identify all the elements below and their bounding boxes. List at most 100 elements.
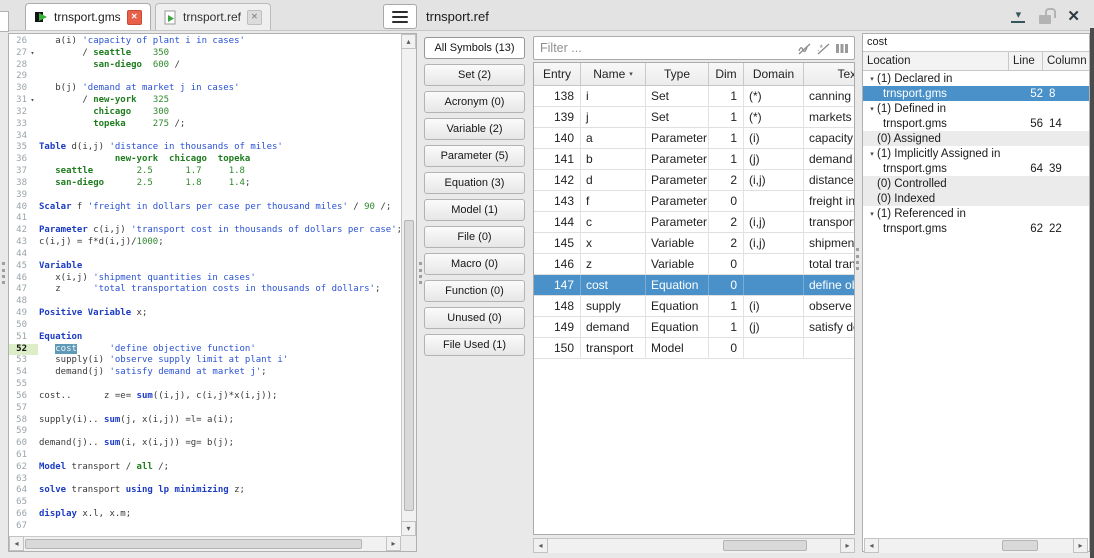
reference-group[interactable]: ▾(1) Referenced in [863,206,1089,221]
scroll-right-arrow[interactable]: ▸ [1073,538,1088,553]
reference-item[interactable]: trnsport.gms528 [863,86,1089,101]
table-horizontal-scrollbar[interactable]: ◂ ▸ [533,538,855,553]
scroll-thumb[interactable] [25,539,362,549]
scroll-up-arrow[interactable]: ▴ [401,34,416,49]
symbol-row[interactable]: 141bParameter1(j)demand at market j in c… [534,149,855,170]
symbol-filter-button[interactable]: Parameter (5) [424,145,525,167]
scroll-left-arrow[interactable]: ◂ [9,536,24,551]
reference-group[interactable]: ▾(1) Defined in [863,101,1089,116]
reference-item[interactable]: trnsport.gms6222 [863,221,1089,236]
reference-group[interactable]: ▾(1) Declared in [863,71,1089,86]
symbol-filter-button[interactable]: Model (1) [424,199,525,221]
reference-group[interactable]: (0) Indexed [863,191,1089,206]
column-header-entry[interactable]: Entry [534,63,581,85]
scroll-left-arrow[interactable]: ◂ [864,538,879,553]
reference-group[interactable]: ▾(1) Implicitly Assigned in [863,146,1089,161]
reference-horizontal-scrollbar[interactable]: ◂ ▸ [864,538,1088,553]
symbol-filter-buttons: All Symbols (13) Set (2) Acronym (0) Variab… [424,37,525,361]
symbol-row[interactable]: 139jSet1(*)markets [534,107,855,128]
symbol-row[interactable]: 150transportModel0 [534,338,855,359]
cell-type: Equation [646,275,709,295]
dock-menu-icon[interactable]: ▾ [1011,10,1025,23]
symbol-filter-button[interactable]: File Used (1) [424,334,525,356]
column-header-column[interactable]: Column [1043,52,1089,70]
symbol-row[interactable]: 146zVariable0total transportation costs … [534,254,855,275]
regex-filter-icon[interactable]: .* [816,42,832,55]
reference-item[interactable]: trnsport.gms5614 [863,116,1089,131]
column-header-dim[interactable]: Dim [709,63,744,85]
editor-horizontal-scrollbar[interactable]: ◂ ▸ [9,536,401,551]
cell-text [804,338,855,358]
column-header-domain[interactable]: Domain [744,63,804,85]
code-area[interactable]: 26 a(i) 'capacity of plant i in cases'27… [9,36,401,536]
scroll-right-arrow[interactable]: ▸ [840,538,855,553]
tab-trnsport-ref[interactable]: trnsport.ref ✕ [155,3,271,30]
symbol-row[interactable]: 147costEquation0define objective functio… [534,275,855,296]
gutter-space [27,107,38,119]
symbol-filter-button[interactable]: All Symbols (13) [424,37,525,59]
gutter-space [27,415,38,427]
scroll-thumb[interactable] [1002,540,1038,551]
expand-collapse-icon[interactable]: ▾ [863,210,877,218]
scroll-down-arrow[interactable]: ▾ [401,521,416,536]
symbol-row[interactable]: 138iSet1(*)canning plants [534,86,855,107]
symbol-filter-button[interactable]: Variable (2) [424,118,525,140]
scroll-thumb[interactable] [723,540,807,551]
tab-close-icon[interactable]: ✕ [247,10,262,25]
wildcard-filter-icon[interactable] [797,42,813,55]
symbol-filter-button[interactable]: Equation (3) [424,172,525,194]
gutter-space [27,142,38,154]
symbol-row[interactable]: 148supplyEquation1(i)observe supply limi… [534,296,855,317]
code-text [38,71,39,83]
close-dock-icon[interactable]: ✕ [1067,9,1080,24]
expand-collapse-icon[interactable]: ▾ [863,75,877,83]
gutter-space [27,296,38,308]
reference-group[interactable]: (0) Assigned [863,131,1089,146]
symbol-filter-button[interactable]: Acronym (0) [424,91,525,113]
unlock-icon[interactable] [1038,8,1054,25]
cell-name: b [581,149,646,169]
symbol-filter-button[interactable]: Function (0) [424,280,525,302]
scroll-right-arrow[interactable]: ▸ [386,536,401,551]
symbol-row[interactable]: 140aParameter1(i)capacity of plant i in … [534,128,855,149]
code-text [38,320,39,332]
symbol-filter-button[interactable]: Macro (0) [424,253,525,275]
reference-item[interactable]: trnsport.gms6439 [863,161,1089,176]
symbol-table-header: Entry Name▾ Type Dim Domain Text [534,63,855,86]
code-editor[interactable]: 26 a(i) 'capacity of plant i in cases'27… [8,33,417,552]
symbol-filter-button[interactable]: Unused (0) [424,307,525,329]
scroll-left-arrow[interactable]: ◂ [533,538,548,553]
column-header-type[interactable]: Type [646,63,709,85]
gutter-space [27,71,38,83]
expand-collapse-icon[interactable]: ▾ [863,150,877,158]
symbol-row[interactable]: 142dParameter2(i,j)distance in thousands… [534,170,855,191]
scroll-thumb[interactable] [404,220,414,511]
column-filter-icon[interactable] [835,42,849,55]
symbol-row[interactable]: 143fParameter0freight in dollars per cas… [534,191,855,212]
symbol-row[interactable]: 149demandEquation1(j)satisfy demand at m… [534,317,855,338]
column-header-line[interactable]: Line [1009,52,1043,70]
tab-label: trnsport.gms [54,10,121,24]
expand-collapse-icon[interactable]: ▾ [863,105,877,113]
tab-close-icon[interactable]: ✕ [127,10,142,25]
column-header-text[interactable]: Text [804,63,855,85]
column-header-name[interactable]: Name▾ [581,63,646,85]
tab-trnsport-gms[interactable]: trnsport.gms ✕ [25,3,151,30]
symbol-filter-button[interactable]: Set (2) [424,64,525,86]
symbol-filter-button[interactable]: File (0) [424,226,525,248]
fold-marker-icon[interactable]: ▾ [27,48,38,60]
code-line: 62Model transport / all /; [9,462,401,474]
hamburger-menu-button[interactable] [383,4,417,29]
cell-dim: 1 [709,317,744,337]
group-label: (1) Defined in [877,103,946,115]
editor-vertical-scrollbar[interactable]: ▴ ▾ [401,34,416,536]
fold-marker-icon[interactable]: ▾ [27,95,38,107]
symbol-row[interactable]: 144cParameter2(i,j)transport cost in tho… [534,212,855,233]
reference-group[interactable]: (0) Controlled [863,176,1089,191]
cell-text: capacity of plant i in cases [804,128,855,148]
cell-type: Model [646,338,709,358]
symbol-row[interactable]: 145xVariable2(i,j)shipment quantities in… [534,233,855,254]
line-number: 41 [9,213,27,225]
filter-input[interactable] [534,41,797,55]
column-header-location[interactable]: Location [863,52,1009,70]
